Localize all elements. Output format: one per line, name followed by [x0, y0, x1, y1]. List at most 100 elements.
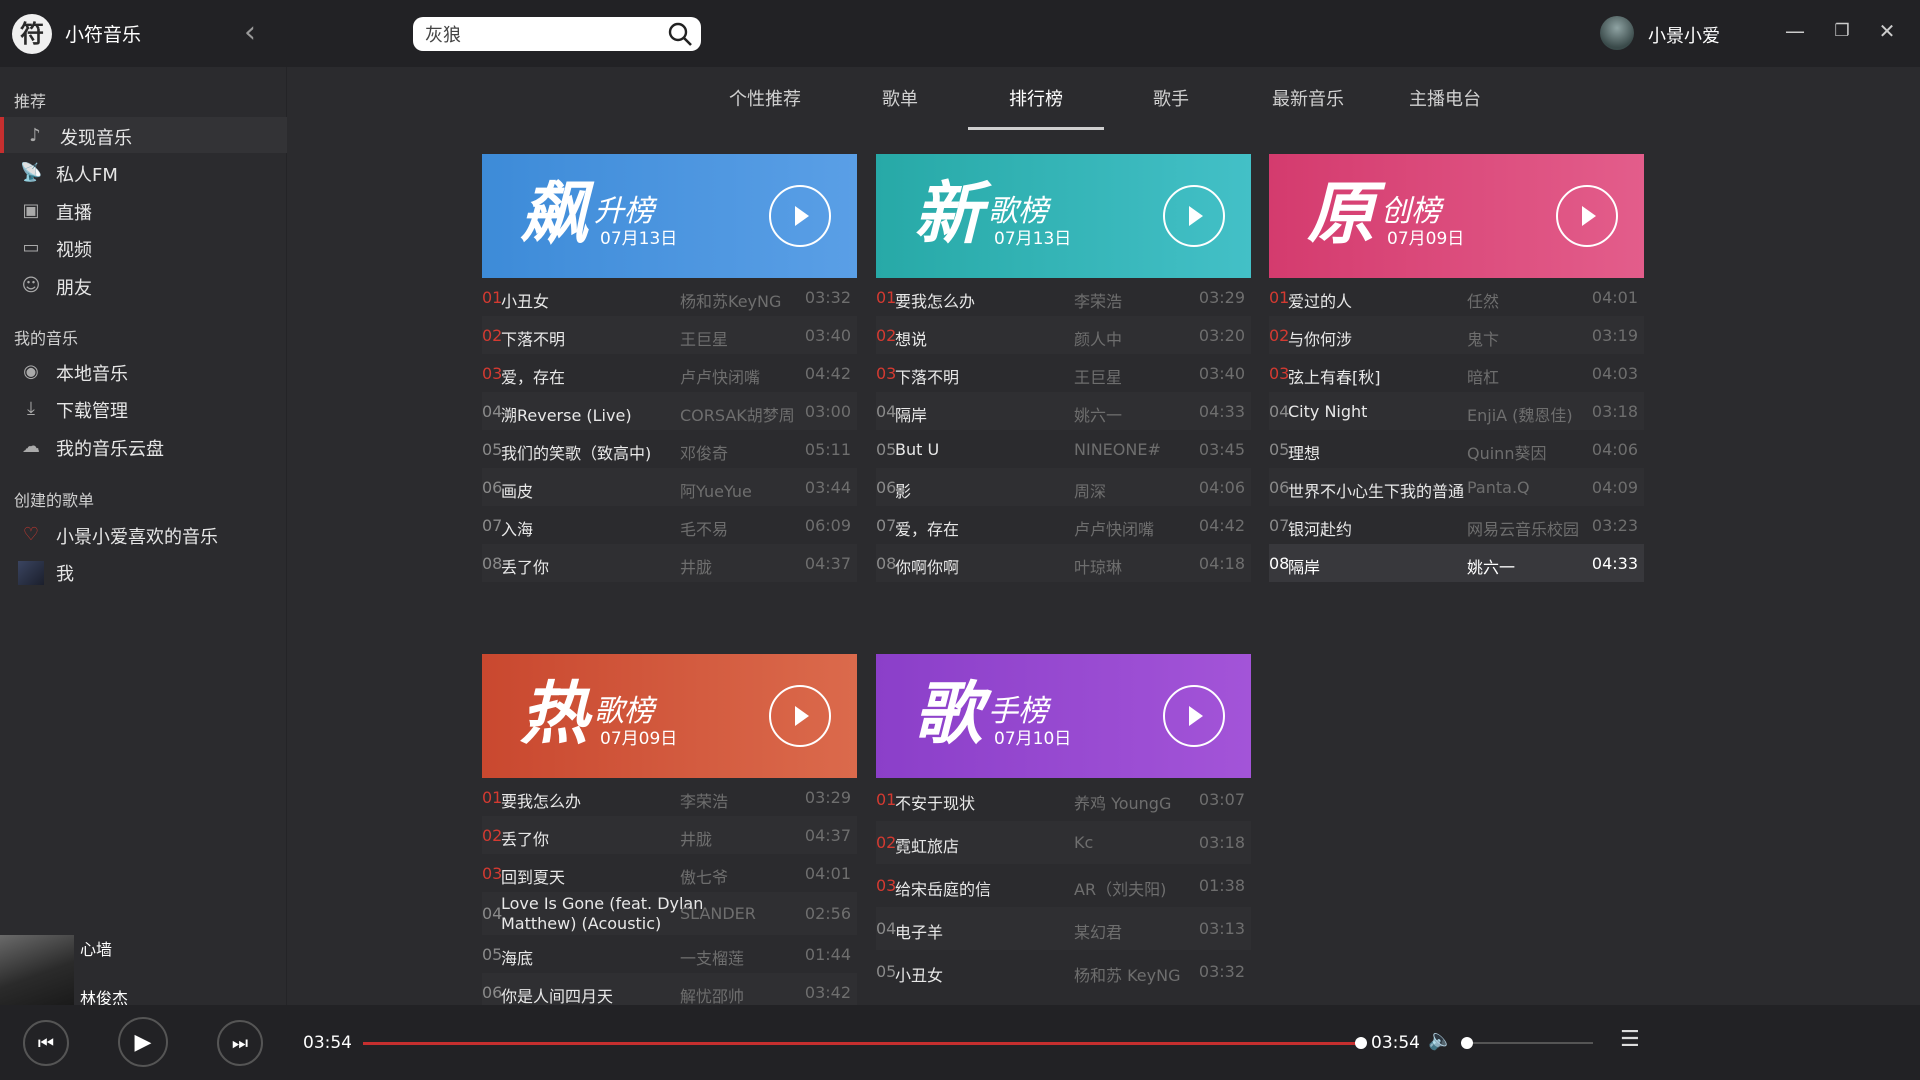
song-row[interactable]: 01 要我怎么办 李荣浩 03:29	[876, 278, 1251, 316]
song-row[interactable]: 05 But U NINEONE# 03:45	[876, 430, 1251, 468]
song-row[interactable]: 02 与你何涉 鬼卞 03:19	[1269, 316, 1644, 354]
board-song-list: 01 要我怎么办 李荣浩 03:29 02 丢了你 井胧 04:37 03 回到夏天 傲七爷 04:0…	[482, 778, 857, 1011]
song-duration: 04:01	[804, 864, 851, 883]
tab-radio[interactable]: 主播电台	[1409, 85, 1481, 111]
song-row[interactable]: 01 不安于现状 养鸡 YoungG 03:07	[876, 778, 1251, 821]
song-rank: 04	[482, 904, 503, 923]
song-row[interactable]: 05 理想 Quinn葵因 04:06	[1269, 430, 1644, 468]
search-input[interactable]	[425, 22, 650, 46]
progress-bar[interactable]	[363, 1037, 1367, 1049]
board-banner[interactable]: 热歌榜 07月09日	[482, 654, 857, 778]
tab-recommend[interactable]: 个性推荐	[729, 85, 801, 111]
song-title: 不安于现状	[895, 794, 976, 813]
sidebar-item-friends[interactable]: ☺ 朋友	[0, 267, 287, 303]
song-row[interactable]: 04 电子羊 某幻君 03:13	[876, 907, 1251, 950]
title-bar: 符 小符音乐 ‹ 小景小爱 — ❐ ✕	[0, 0, 1920, 67]
play-circle-icon[interactable]	[1163, 685, 1225, 747]
song-row[interactable]: 08 你啊你啊 叶琼琳 04:18	[876, 544, 1251, 582]
song-row[interactable]: 02 丢了你 井胧 04:37	[482, 816, 857, 854]
now-playing-title[interactable]: 心墙	[80, 936, 112, 960]
song-row[interactable]: 06 影 周深 04:06	[876, 468, 1251, 506]
song-title: 爱，存在	[895, 520, 960, 539]
user-name[interactable]: 小景小爱	[1648, 22, 1720, 48]
close-icon[interactable]: ✕	[1872, 16, 1902, 46]
song-row[interactable]: 03 爱，存在 卢卢快闭嘴 04:42	[482, 354, 857, 392]
sidebar-item-cloud[interactable]: ☁ 我的音乐云盘	[0, 428, 287, 464]
play-circle-icon[interactable]	[1163, 185, 1225, 247]
song-duration: 04:37	[804, 554, 851, 573]
tab-new-music[interactable]: 最新音乐	[1272, 85, 1344, 111]
song-row[interactable]: 03 下落不明 王巨星 03:40	[876, 354, 1251, 392]
song-artist: Kc	[1074, 833, 1094, 852]
board-big-char: 飙	[520, 175, 589, 254]
song-row[interactable]: 04 溯Reverse (Live) CORSAK胡梦周 03:00	[482, 392, 857, 430]
progress-knob[interactable]	[1355, 1037, 1367, 1049]
song-row[interactable]: 05 我们的笑歌（致高中) 邓俊奇 05:11	[482, 430, 857, 468]
song-row[interactable]: 01 爱过的人 任然 04:01	[1269, 278, 1644, 316]
back-arrow-icon[interactable]: ‹	[244, 18, 266, 48]
board-banner[interactable]: 原创榜 07月09日	[1269, 154, 1644, 278]
sidebar-item-discover[interactable]: ♪ 发现音乐	[0, 117, 287, 153]
song-row[interactable]: 08 丢了你 井胧 04:37	[482, 544, 857, 582]
play-circle-icon[interactable]	[769, 685, 831, 747]
now-playing-cover[interactable]	[0, 935, 74, 1005]
play-circle-icon[interactable]	[769, 185, 831, 247]
maximize-icon[interactable]: ❐	[1827, 16, 1857, 46]
play-button[interactable]: ▶	[118, 1017, 168, 1067]
user-avatar[interactable]	[1600, 16, 1634, 50]
next-button[interactable]: ⏭	[217, 1020, 263, 1066]
song-duration: 04:33	[1198, 402, 1245, 421]
song-row[interactable]: 04 隔岸 姚六一 04:33	[876, 392, 1251, 430]
minimize-icon[interactable]: —	[1780, 16, 1810, 46]
search-box[interactable]	[413, 17, 701, 51]
board-big-char: 新	[914, 175, 983, 254]
song-row[interactable]: 07 爱，存在 卢卢快闭嘴 04:42	[876, 506, 1251, 544]
board-banner[interactable]: 新歌榜 07月13日	[876, 154, 1251, 278]
board-banner[interactable]: 飙升榜 07月13日	[482, 154, 857, 278]
song-row[interactable]: 04 Love Is Gone (feat. Dylan Matthew) (Ac…	[482, 892, 857, 935]
song-artist: 颜人中	[1074, 330, 1123, 349]
sidebar-item-liked[interactable]: ♡ 小景小爱喜欢的音乐	[0, 516, 287, 552]
play-circle-icon[interactable]	[1556, 185, 1618, 247]
song-row[interactable]: 03 给宋岳庭的信 AR（刘夫阳) 01:38	[876, 864, 1251, 907]
song-row[interactable]: 06 世界不小心生下我的普通 Panta.Q 04:09	[1269, 468, 1644, 506]
song-row[interactable]: 04 City Night EnjiA (魏恩佳) 03:18	[1269, 392, 1644, 430]
sidebar-item-video[interactable]: ▭ 视频	[0, 229, 287, 265]
sidebar-item-fm[interactable]: 📡 私人FM	[0, 154, 287, 190]
volume-slider[interactable]	[1461, 1037, 1593, 1049]
tab-artists[interactable]: 歌手	[1153, 85, 1189, 111]
sidebar-item-live[interactable]: ▣ 直播	[0, 192, 287, 228]
volume-icon[interactable]: 🔈	[1428, 1027, 1453, 1051]
sidebar-item-local-music[interactable]: ◉ 本地音乐	[0, 353, 287, 389]
sidebar-item-downloads[interactable]: ⤓ 下载管理	[0, 390, 287, 426]
sidebar-item-playlist-me[interactable]: 我	[0, 553, 287, 589]
song-row[interactable]: 07 入海 毛不易 06:09	[482, 506, 857, 544]
song-rank: 01	[482, 788, 503, 807]
previous-button[interactable]: ⏮	[23, 1020, 69, 1066]
tab-playlists[interactable]: 歌单	[882, 85, 918, 111]
song-row[interactable]: 03 弦上有春[秋] 暗杠 04:03	[1269, 354, 1644, 392]
song-duration: 04:06	[1591, 440, 1638, 459]
song-row[interactable]: 06 画皮 阿YueYue 03:44	[482, 468, 857, 506]
song-row[interactable]: 05 海底 一支榴莲 01:44	[482, 935, 857, 973]
song-row[interactable]: 01 小丑女 杨和苏KeyNG 03:32	[482, 278, 857, 316]
song-row[interactable]: 01 要我怎么办 李荣浩 03:29	[482, 778, 857, 816]
song-artist: 任然	[1467, 292, 1500, 311]
song-row[interactable]: 02 下落不明 王巨星 03:40	[482, 316, 857, 354]
search-icon[interactable]	[667, 21, 693, 47]
song-title: 下落不明	[501, 330, 566, 349]
board-date: 07月13日	[994, 229, 1072, 249]
board-banner[interactable]: 歌手榜 07月10日	[876, 654, 1251, 778]
song-row[interactable]: 03 回到夏天 傲七爷 04:01	[482, 854, 857, 892]
song-row[interactable]: 02 霓虹旅店 Kc 03:18	[876, 821, 1251, 864]
song-row[interactable]: 07 银河赴约 网易云音乐校园 03:23	[1269, 506, 1644, 544]
song-title: 丢了你	[501, 830, 550, 849]
board-date: 07月13日	[600, 229, 678, 249]
song-row[interactable]: 02 想说 颜人中 03:20	[876, 316, 1251, 354]
volume-knob[interactable]	[1461, 1037, 1473, 1049]
tab-rankings[interactable]: 排行榜	[1009, 85, 1063, 111]
song-row[interactable]: 05 小丑女 杨和苏 KeyNG 03:32	[876, 950, 1251, 993]
playlist-icon[interactable]: ☰	[1620, 1027, 1640, 1052]
song-row[interactable]: 08 隔岸 姚六一 04:33	[1269, 544, 1644, 582]
radio-antenna-icon: 📡	[20, 162, 43, 183]
